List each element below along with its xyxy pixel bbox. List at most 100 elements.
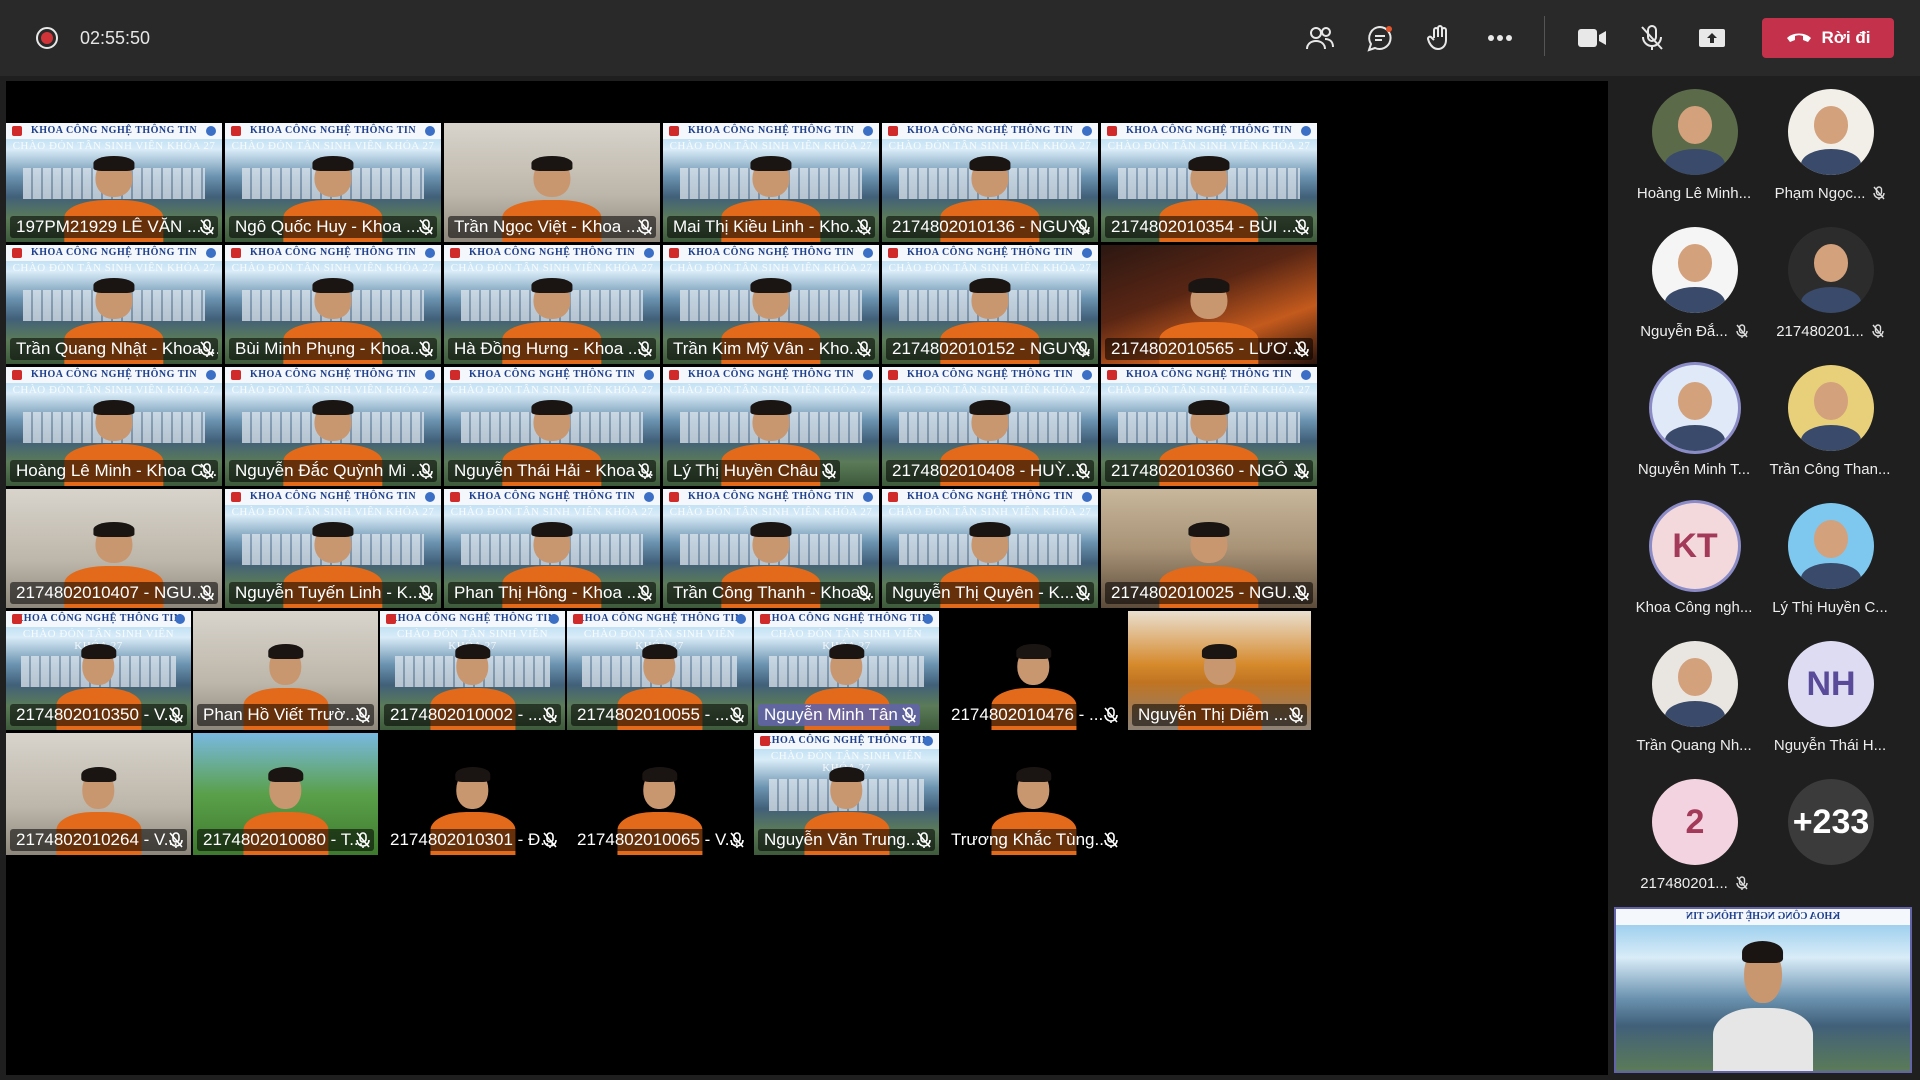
mic-off-icon (1736, 324, 1748, 338)
chat-button[interactable] (1360, 18, 1400, 58)
participant-name: Khoa Công ngh... (1635, 599, 1753, 616)
participant-name: Mai Thị Kiều Linh - Kho... (673, 217, 864, 236)
chat-icon (1367, 25, 1392, 52)
participant-avatar (1652, 641, 1738, 727)
participant-video-tile[interactable]: KHOA CÔNG NGHỆ THÔNG TINCHÀO ĐÓN TÂN SIN… (6, 611, 193, 732)
participant-video-tile[interactable]: KHOA CÔNG NGHỆ THÔNG TINCHÀO ĐÓN TÂN SIN… (663, 123, 881, 244)
sidebar-participant[interactable]: +233 (1760, 775, 1900, 913)
participant-video-tile[interactable]: KHOA CÔNG NGHỆ THÔNG TINCHÀO ĐÓN TÂN SIN… (6, 123, 224, 244)
participant-video-tile[interactable]: KHOA CÔNG NGHỆ THÔNG TINCHÀO ĐÓN TÂN SIN… (444, 123, 662, 244)
mic-off-icon (419, 219, 433, 235)
participant-label: Khoa Công ngh... (1624, 599, 1764, 616)
tile-banner: KHOA CÔNG NGHỆ THÔNG TIN (567, 611, 752, 627)
participant-video-tile[interactable]: KHOA CÔNG NGHỆ THÔNG TINCHÀO ĐÓN TÂN SIN… (444, 245, 662, 366)
participant-video-tile[interactable]: KHOA CÔNG NGHỆ THÔNG TINCHÀO ĐÓN TÂN SIN… (1101, 367, 1319, 488)
participant-name: Trần Công Thanh - Khoa ... (673, 583, 875, 602)
mic-off-icon (1076, 341, 1090, 357)
participant-name: Nguyễn Thái H... (1773, 737, 1887, 754)
participant-name: Nguyễn Đắ... (1640, 323, 1728, 340)
participant-video-tile[interactable]: KHOA CÔNG NGHỆ THÔNG TINCHÀO ĐÓN TÂN SIN… (882, 245, 1100, 366)
participant-video-tile[interactable]: KHOA CÔNG NGHỆ THÔNG TINCHÀO ĐÓN TÂN SIN… (6, 489, 224, 610)
participant-name-label: Hoàng Lê Minh - Khoa C... (10, 460, 218, 482)
tile-banner: KHOA CÔNG NGHỆ THÔNG TIN (444, 367, 660, 383)
participant-name-label: 197PM21929 LÊ VĂN ... (10, 216, 218, 238)
participant-video-tile[interactable]: KHOA CÔNG NGHỆ THÔNG TINCHÀO ĐÓN TÂN SIN… (444, 367, 662, 488)
sidebar-participant[interactable]: NH Nguyễn Thái H... (1760, 637, 1900, 775)
sidebar-participant[interactable]: Hoàng Lê Minh... (1624, 85, 1764, 223)
participant-video-tile[interactable]: KHOA CÔNG NGHỆ THÔNG TINCHÀO ĐÓN TÂN SIN… (663, 489, 881, 610)
participant-avatar: +233 (1788, 779, 1874, 865)
participant-name-label: Lý Thị Huyền Châu (667, 460, 841, 482)
participant-video-tile[interactable]: KHOA CÔNG NGHỆ THÔNG TINCHÀO ĐÓN TÂN SIN… (1101, 489, 1319, 610)
tile-banner-subtitle: CHÀO ĐÓN TÂN SINH VIÊN KHÓA 27 (450, 262, 654, 274)
participant-video-tile[interactable]: KHOA CÔNG NGHỆ THÔNG TINCHÀO ĐÓN TÂN SIN… (225, 367, 443, 488)
mic-off-icon (1295, 463, 1309, 479)
tile-banner-subtitle: CHÀO ĐÓN TÂN SINH VIÊN KHÓA 27 (669, 506, 873, 518)
participant-video-tile[interactable]: KHOA CÔNG NGHỆ THÔNG TINCHÀO ĐÓN TÂN SIN… (6, 367, 224, 488)
more-actions-button[interactable] (1480, 18, 1520, 58)
participant-name: Nguyễn Minh T... (1637, 461, 1751, 478)
participant-video-tile[interactable]: KHOA CÔNG NGHỆ THÔNG TINCHÀO ĐÓN TÂN SIN… (754, 611, 941, 732)
participant-video-tile[interactable]: KHOA CÔNG NGHỆ THÔNG TINCHÀO ĐÓN TÂN SIN… (1128, 611, 1313, 732)
tile-banner: KHOA CÔNG NGHỆ THÔNG TIN (444, 489, 660, 505)
participant-video-tile[interactable]: KHOA CÔNG NGHỆ THÔNG TINCHÀO ĐÓN TÂN SIN… (193, 733, 380, 857)
people-button[interactable] (1300, 18, 1340, 58)
participant-video-tile[interactable]: KHOA CÔNG NGHỆ THÔNG TINCHÀO ĐÓN TÂN SIN… (567, 611, 754, 732)
participant-video-tile[interactable]: KHOA CÔNG NGHỆ THÔNG TINCHÀO ĐÓN TÂN SIN… (663, 245, 881, 366)
mic-off-icon (1295, 585, 1309, 601)
participant-video-tile[interactable]: KHOA CÔNG NGHỆ THÔNG TINCHÀO ĐÓN TÂN SIN… (941, 733, 1128, 857)
reactions-button[interactable] (1420, 18, 1460, 58)
sidebar-participant[interactable]: Lý Thị Huyền C... (1760, 499, 1900, 637)
sidebar-participant[interactable]: KT Khoa Công ngh... (1624, 499, 1764, 637)
participant-video-tile[interactable]: KHOA CÔNG NGHỆ THÔNG TINCHÀO ĐÓN TÂN SIN… (941, 611, 1128, 732)
share-button[interactable] (1692, 18, 1732, 58)
tile-banner: KHOA CÔNG NGHỆ THÔNG TIN (6, 123, 222, 139)
participant-name-label: 2174802010025 - NGU... (1105, 582, 1313, 604)
participant-name: 2174802010476 - ... (951, 705, 1104, 724)
participant-video-tile[interactable]: KHOA CÔNG NGHỆ THÔNG TINCHÀO ĐÓN TÂN SIN… (225, 123, 443, 244)
sidebar-participant[interactable]: Trần Quang Nh... (1624, 637, 1764, 775)
participant-name: 2174802010350 - V... (16, 705, 178, 724)
participant-video-tile[interactable]: KHOA CÔNG NGHỆ THÔNG TINCHÀO ĐÓN TÂN SIN… (663, 367, 881, 488)
participant-video-tile[interactable]: KHOA CÔNG NGHỆ THÔNG TINCHÀO ĐÓN TÂN SIN… (6, 245, 224, 366)
tile-banner-subtitle: CHÀO ĐÓN TÂN SINH VIÊN KHÓA 27 (888, 506, 1092, 518)
mic-off-icon (169, 832, 183, 848)
participant-name: Hoàng Lê Minh... (1636, 185, 1752, 202)
participant-name-label: Nguyễn Thị Diễm ... (1132, 704, 1307, 726)
participant-video-tile[interactable]: KHOA CÔNG NGHỆ THÔNG TINCHÀO ĐÓN TÂN SIN… (1101, 245, 1319, 366)
tile-banner: KHOA CÔNG NGHỆ THÔNG TIN (663, 367, 879, 383)
participant-name: Nguyễn Thái Hải - Khoa ... (454, 461, 655, 480)
participant-video-tile[interactable]: KHOA CÔNG NGHỆ THÔNG TINCHÀO ĐÓN TÂN SIN… (444, 489, 662, 610)
sidebar-participant[interactable]: Nguyễn Đắ... (1624, 223, 1764, 361)
participant-video-tile[interactable]: KHOA CÔNG NGHỆ THÔNG TINCHÀO ĐÓN TÂN SIN… (882, 367, 1100, 488)
participant-avatar: NH (1788, 641, 1874, 727)
participant-video-tile[interactable]: KHOA CÔNG NGHỆ THÔNG TINCHÀO ĐÓN TÂN SIN… (193, 611, 380, 732)
participant-video-tile[interactable]: KHOA CÔNG NGHỆ THÔNG TINCHÀO ĐÓN TÂN SIN… (567, 733, 754, 857)
sidebar-participant[interactable]: Nguyễn Minh T... (1624, 361, 1764, 499)
participant-video-tile[interactable]: KHOA CÔNG NGHỆ THÔNG TINCHÀO ĐÓN TÂN SIN… (882, 489, 1100, 610)
leave-button[interactable]: Rời đi (1762, 18, 1894, 58)
self-video-preview[interactable]: KHOA CÔNG NGHỆ THÔNG TIN (1614, 907, 1912, 1073)
participant-name-label: 2174802010080 - T... (197, 829, 374, 851)
participant-video-tile[interactable]: KHOA CÔNG NGHỆ THÔNG TINCHÀO ĐÓN TÂN SIN… (225, 245, 443, 366)
participant-video-tile[interactable]: KHOA CÔNG NGHỆ THÔNG TINCHÀO ĐÓN TÂN SIN… (1101, 123, 1319, 244)
participant-video-tile[interactable]: KHOA CÔNG NGHỆ THÔNG TINCHÀO ĐÓN TÂN SIN… (380, 611, 567, 732)
participant-video-tile[interactable]: KHOA CÔNG NGHỆ THÔNG TINCHÀO ĐÓN TÂN SIN… (882, 123, 1100, 244)
tile-banner: KHOA CÔNG NGHỆ THÔNG TIN (1101, 367, 1317, 383)
sidebar-participant[interactable]: Phạm Ngọc... (1760, 85, 1900, 223)
participant-label: 217480201... (1760, 323, 1900, 340)
tile-banner-subtitle: CHÀO ĐÓN TÂN SINH VIÊN KHÓA 27 (12, 384, 216, 396)
participant-video-tile[interactable]: KHOA CÔNG NGHỆ THÔNG TINCHÀO ĐÓN TÂN SIN… (754, 733, 941, 857)
sidebar-participant[interactable]: Trần Công Than... (1760, 361, 1900, 499)
participant-initials: 2 (1685, 802, 1705, 841)
camera-button[interactable] (1572, 18, 1612, 58)
participant-name-label: Ngô Quốc Huy - Khoa ... (229, 216, 437, 238)
sidebar-participant[interactable]: 217480201... (1760, 223, 1900, 361)
participant-video-tile[interactable]: KHOA CÔNG NGHỆ THÔNG TINCHÀO ĐÓN TÂN SIN… (380, 733, 567, 857)
mic-button[interactable] (1632, 18, 1672, 58)
participant-video-tile[interactable]: KHOA CÔNG NGHỆ THÔNG TINCHÀO ĐÓN TÂN SIN… (225, 489, 443, 610)
sidebar-participant[interactable]: 2 217480201... (1624, 775, 1764, 913)
participant-video-tile[interactable]: KHOA CÔNG NGHỆ THÔNG TINCHÀO ĐÓN TÂN SIN… (6, 733, 193, 857)
mic-off-icon (1641, 25, 1663, 50)
participant-name: 2174802010136 - NGUY... (892, 217, 1092, 236)
